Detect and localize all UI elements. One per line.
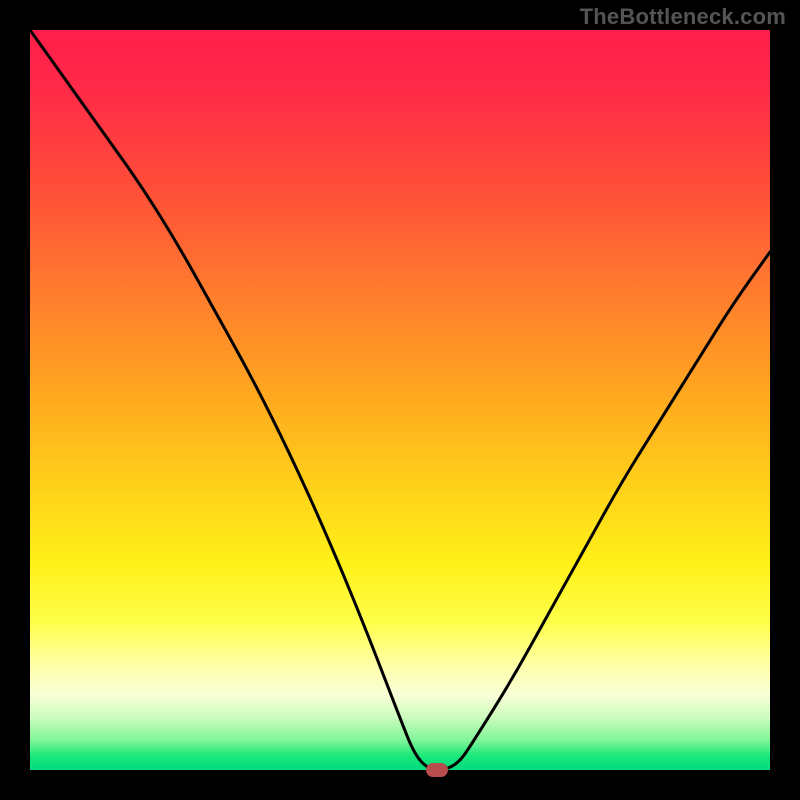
watermark-text: TheBottleneck.com [580,4,786,30]
plot-area [30,30,770,770]
bottleneck-curve [30,30,770,770]
optimal-point-marker [426,763,448,777]
chart-frame: TheBottleneck.com [0,0,800,800]
